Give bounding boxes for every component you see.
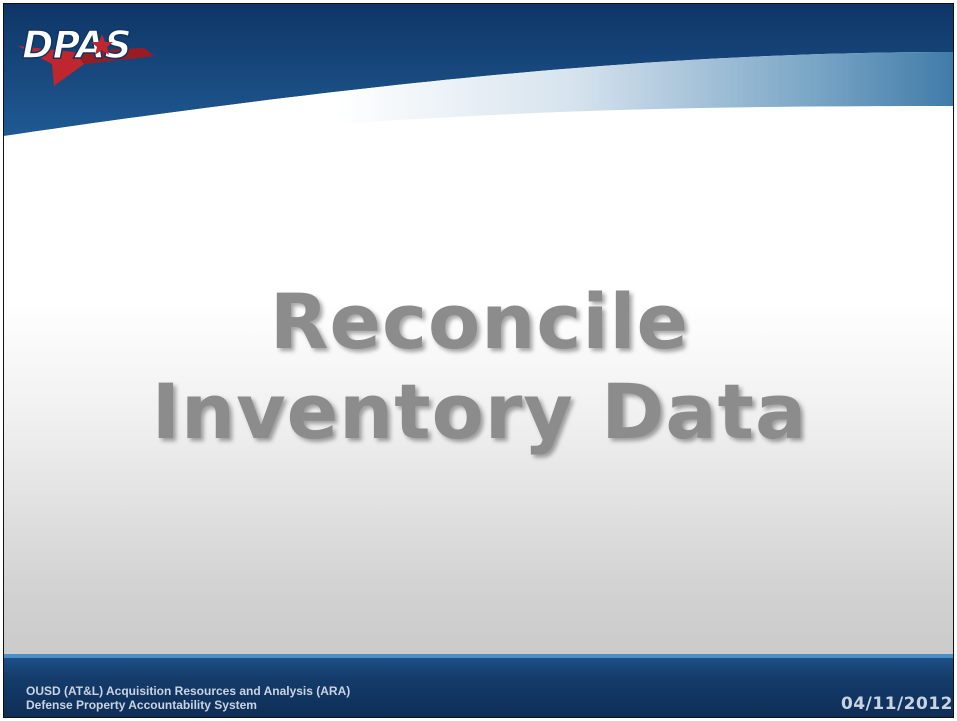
- dpas-logo: DPAS: [18, 22, 154, 86]
- slide-title-line1: Reconcile: [269, 277, 690, 366]
- slide-title-line2: Inventory Data: [151, 367, 808, 456]
- slide-title: Reconcile Inventory Data: [4, 277, 953, 457]
- footer-date: 04/11/2012: [840, 694, 953, 714]
- svg-text:DPAS: DPAS: [22, 23, 131, 67]
- footer-org-line2: Defense Property Accountability System: [26, 698, 257, 712]
- slide: DPAS Reconcile Inventory Data OUSD (AT&L…: [3, 3, 954, 718]
- footer-org-line1: OUSD (AT&L) Acquisition Resources and An…: [26, 684, 351, 698]
- footer-organization: OUSD (AT&L) Acquisition Resources and An…: [26, 684, 350, 712]
- footer-bar: OUSD (AT&L) Acquisition Resources and An…: [4, 654, 953, 717]
